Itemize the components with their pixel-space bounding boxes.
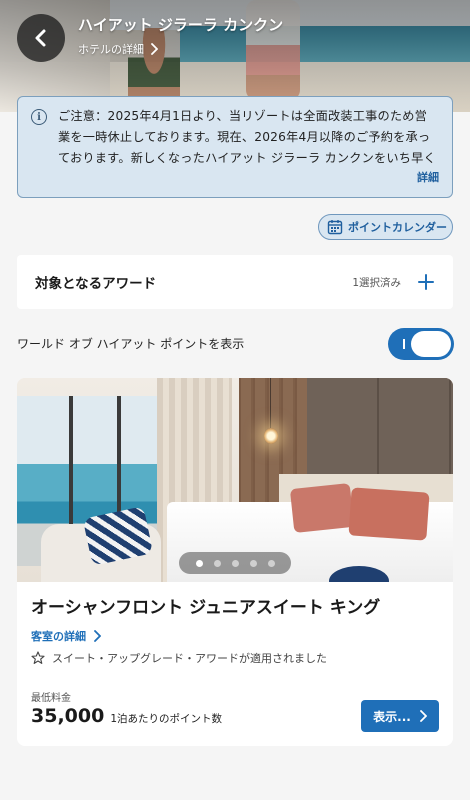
room-details-label: 客室の詳細	[31, 630, 86, 643]
hotel-details-label: ホテルの詳細	[78, 43, 144, 56]
toggle-on-indicator	[403, 339, 405, 349]
room-wall-panel	[307, 378, 453, 474]
info-icon: i	[31, 109, 47, 125]
notice-more-link[interactable]: 詳細	[417, 169, 439, 185]
carousel-dot[interactable]	[213, 559, 221, 567]
carousel-dot[interactable]	[249, 559, 257, 567]
award-filter-title: 対象となるアワード	[35, 276, 157, 292]
chevron-right-icon	[151, 43, 158, 55]
min-rate-label: 最低料金	[31, 693, 71, 704]
view-rates-button[interactable]: 表示...	[361, 700, 439, 732]
room-details-link[interactable]: 客室の詳細	[31, 628, 101, 644]
upgrade-note: スイート・アップグレード・アワードが適用されました	[31, 650, 327, 666]
room-card: オーシャンフロント ジュニアスイート キング 客室の詳細 スイート・アップグレー…	[17, 378, 453, 746]
carousel-dots	[179, 552, 291, 574]
points-calendar-button[interactable]: ポイントカレンダー	[318, 214, 453, 240]
plus-icon	[417, 273, 435, 291]
bed-pillow	[348, 487, 430, 541]
star-icon	[31, 651, 45, 664]
bed-pillow	[289, 482, 355, 534]
room-price: 35,000 1泊あたりのポイント数	[31, 705, 222, 727]
closure-notice: i ご注意：2025年4月1日より、当リゾートは全面改装工事のため営業を一時休止…	[17, 96, 453, 198]
room-name: オーシャンフロント ジュニアスイート キング	[31, 598, 381, 618]
carousel-dot[interactable]	[267, 559, 275, 567]
carousel-dot[interactable]	[195, 559, 203, 567]
chevron-right-icon	[419, 710, 427, 722]
points-calendar-label: ポイントカレンダー	[348, 221, 447, 234]
room-photo[interactable]	[17, 378, 453, 582]
upgrade-note-text: スイート・アップグレード・アワードが適用されました	[52, 652, 327, 665]
points-toggle-label: ワールド オブ ハイアット ポイントを表示	[17, 337, 245, 351]
hotel-name: ハイアット ジラーラ カンクン	[78, 16, 284, 34]
lamp-cord	[270, 378, 271, 428]
award-selected-count: 1選択済み	[352, 276, 401, 289]
price-unit: 1泊あたりのポイント数	[110, 713, 223, 725]
carousel-dot[interactable]	[231, 559, 239, 567]
hotel-details-link[interactable]: ホテルの詳細	[78, 41, 158, 57]
back-button[interactable]	[17, 14, 65, 62]
chevron-left-icon	[35, 29, 46, 47]
chevron-right-icon	[94, 630, 101, 642]
award-filter[interactable]: 対象となるアワード 1選択済み	[17, 255, 453, 309]
toggle-knob	[411, 331, 451, 357]
view-button-label: 表示...	[373, 709, 411, 724]
notice-text: ご注意：2025年4月1日より、当リゾートは全面改装工事のため営業を一時休止して…	[58, 109, 436, 165]
price-value: 35,000	[31, 705, 105, 727]
pendant-lamp	[264, 428, 278, 444]
points-toggle[interactable]	[388, 328, 454, 360]
calendar-icon	[327, 220, 343, 235]
